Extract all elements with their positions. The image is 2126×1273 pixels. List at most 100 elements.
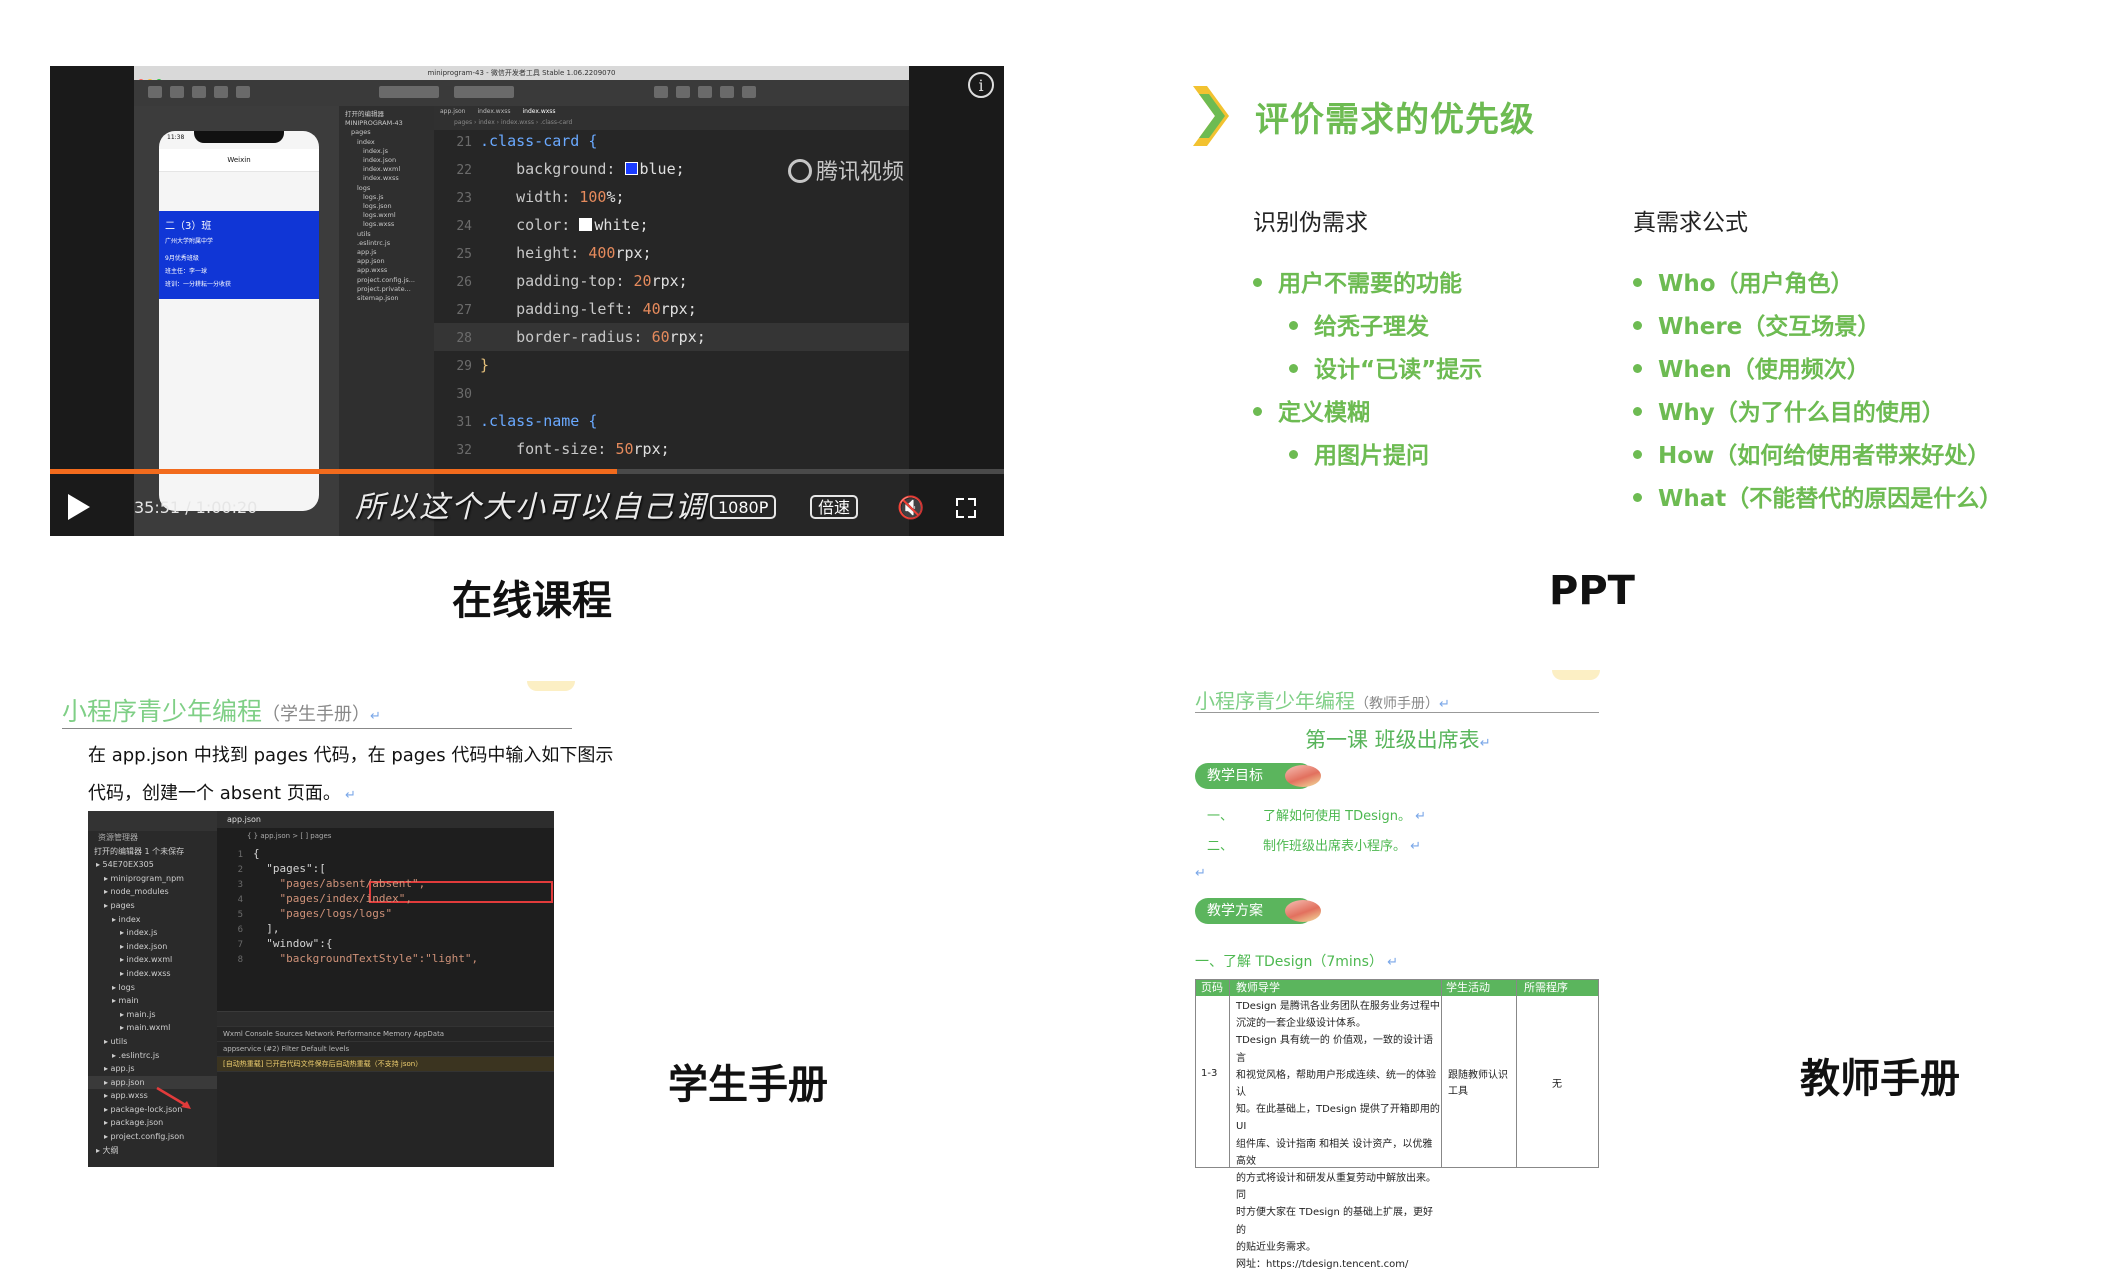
table-text-line: 时方便大家在 TDesign 的基础上扩展，更好的	[1236, 1207, 1433, 1236]
tree-item[interactable]: ▸ package-lock.json	[88, 1103, 217, 1117]
video-frame: miniprogram-43 - 微信开发者工具 Stable 1.06.220…	[134, 66, 909, 536]
code-line: 24 color: white;	[434, 211, 909, 239]
devtools-screenshot: 资源管理器 打开的编辑器 1 个未保存 ▸ 54E70EX305 ▸ minipr…	[88, 811, 554, 1167]
tree-item[interactable]: ▸ logs	[88, 981, 217, 995]
tree-item[interactable]: ▸ pages	[88, 899, 217, 913]
tree-item[interactable]: ▸ project.config.json	[88, 1130, 217, 1144]
teacher-header: 小程序青少年编程（教师手册）↵	[1195, 689, 1450, 713]
tree-item[interactable]: .eslintrc.js	[339, 239, 434, 248]
ppt-right-item: Where（交互场景）	[1633, 307, 1880, 341]
tree-item[interactable]: pages	[339, 128, 434, 137]
table-text-line: 的方式将设计和研发从重复劳动中解放出来。同	[1236, 1173, 1436, 1202]
info-icon[interactable]: i	[968, 72, 994, 98]
tree-item[interactable]: app.js	[339, 248, 434, 257]
css-value: 20	[633, 272, 652, 290]
quality-button[interactable]: 1080P	[710, 495, 777, 519]
tree-item[interactable]: MINIPROGRAM-43	[339, 119, 434, 128]
bullet-icon	[1633, 364, 1642, 373]
line-number: 25	[456, 247, 472, 262]
table-page: 1-3	[1201, 1068, 1218, 1079]
tree-item[interactable]: ▸ index.js	[88, 926, 217, 940]
table-text-line: 知。在此基础上，TDesign 提供了开箱即用的 UI	[1236, 1104, 1440, 1133]
tree-item[interactable]: utils	[339, 230, 434, 239]
tree-item[interactable]: 打开的编辑器	[339, 110, 434, 119]
bullet-icon	[1633, 321, 1642, 330]
code-text: "backgroundTextStyle":"light",	[253, 952, 479, 965]
tree-item[interactable]: ▸ main.js	[88, 1008, 217, 1022]
table-student-cell: 跟随教师认识 工具	[1448, 1070, 1508, 1097]
tree-item[interactable]: app.json	[339, 257, 434, 266]
tree-item[interactable]: ▸ index.wxss	[88, 967, 217, 981]
tencent-video-watermark: 腾讯视频	[788, 154, 904, 186]
progress-fill	[50, 469, 617, 474]
caption-student-manual: 学生手册	[668, 1062, 828, 1108]
tree-item[interactable]: logs.js	[339, 193, 434, 202]
css-value: 60	[651, 328, 670, 346]
tree-item[interactable]: ▸ 54E70EX305	[88, 858, 217, 872]
tree-item[interactable]: index.wxss	[339, 174, 434, 183]
bullet-icon	[1289, 450, 1298, 459]
chevron-icon	[1193, 86, 1229, 146]
tree-item[interactable]: logs.wxml	[339, 211, 434, 220]
ppt-right-item: What（不能替代的原因是什么）	[1633, 479, 2002, 513]
line-number: 24	[456, 219, 472, 234]
caption-online-course: 在线课程	[452, 578, 612, 624]
bullet-icon	[1633, 407, 1642, 416]
tree-item[interactable]: ▸ utils	[88, 1035, 217, 1049]
tree-item[interactable]: sitemap.json	[339, 294, 434, 303]
tree-item[interactable]: project.private...	[339, 285, 434, 294]
table-teacher-cell: TDesign 是腾讯各业务团队在服务业务过程中 沉淀的一套企业级设计体系。 TDe…	[1236, 998, 1441, 1273]
table-program-cell: 无	[1552, 1079, 1562, 1090]
tree-item[interactable]: ▸ .eslintrc.js	[88, 1049, 217, 1063]
editor-breadcrumb: { } app.json > [ ] pages	[247, 832, 332, 840]
progress-bar[interactable]	[50, 469, 1004, 474]
fullscreen-icon[interactable]	[956, 498, 976, 518]
tree-item[interactable]: logs.json	[339, 202, 434, 211]
css-unit: %;	[606, 188, 625, 206]
play-icon[interactable]	[68, 494, 90, 520]
table-text-line: 的贴近业务需求。	[1236, 1241, 1316, 1253]
tree-item[interactable]: ▸ index.json	[88, 940, 217, 954]
class-honor: 9月优秀班级	[165, 255, 199, 262]
code-text: .class-card {	[480, 132, 598, 150]
mute-icon[interactable]: 🔇	[897, 496, 924, 521]
tree-item[interactable]: ▸ 大纲	[88, 1144, 217, 1158]
phone-preview: 11:38 Weixin 二（3）班 广州大学附属中学 9月优秀班级 班主任：李…	[159, 131, 319, 511]
tree-item[interactable]: logs	[339, 184, 434, 193]
time-display: 35:51 / 1:00:20	[134, 498, 258, 517]
tree-item[interactable]: ▸ package.json	[88, 1116, 217, 1130]
tree-item[interactable]: ▸ node_modules	[88, 885, 217, 899]
tree-item[interactable]: app.wxss	[339, 266, 434, 275]
speed-button[interactable]: 倍速	[810, 495, 859, 519]
tree-item[interactable]: ▸ app.js	[88, 1062, 217, 1076]
tree-item[interactable]: ▸ index	[88, 913, 217, 927]
bullet-icon	[1633, 450, 1642, 459]
tree-item[interactable]: ▸ app.wxss	[88, 1089, 217, 1103]
tree-item[interactable]: ▸ main	[88, 994, 217, 1008]
bullet-icon	[1289, 321, 1298, 330]
editor-tab: index.wxss	[477, 108, 511, 115]
tree-item[interactable]: ▸ main.wxml	[88, 1021, 217, 1035]
editor-pane: app.json { } app.json > [ ] pages Wxml C…	[217, 811, 554, 1167]
video-player[interactable]: miniprogram-43 - 微信开发者工具 Stable 1.06.220…	[50, 66, 1004, 536]
tree-item[interactable]: logs.wxss	[339, 220, 434, 229]
caption-teacher-manual: 教师手册	[1800, 1056, 1960, 1102]
tree-item[interactable]: index.json	[339, 156, 434, 165]
ide-toolbar	[134, 80, 909, 107]
css-property: padding-left:	[516, 300, 643, 318]
table-text-line: 网址：https://tdesign.tencent.com/	[1236, 1259, 1409, 1271]
instruction-line-1: 在 app.json 中找到 pages 代码，在 pages 代码中输入如下图…	[88, 745, 614, 766]
arrow-icon	[156, 1086, 191, 1109]
tree-item[interactable]: index.wxml	[339, 165, 434, 174]
tree-item[interactable]: ▸ app.json	[88, 1075, 217, 1090]
tree-item[interactable]: ▸ miniprogram_npm	[88, 872, 217, 886]
tree-item[interactable]: index.js	[339, 147, 434, 156]
tree-item[interactable]: ▸ index.wxml	[88, 953, 217, 967]
tree-item[interactable]: index	[339, 138, 434, 147]
editor-tab: index.wxss	[522, 108, 556, 115]
tree-item[interactable]: project.config.js...	[339, 276, 434, 285]
class-teacher: 班主任：李一球	[165, 268, 208, 275]
color-swatch	[624, 162, 638, 175]
line-number: 26	[456, 275, 472, 290]
phone-nav-title: Weixin	[159, 149, 319, 172]
